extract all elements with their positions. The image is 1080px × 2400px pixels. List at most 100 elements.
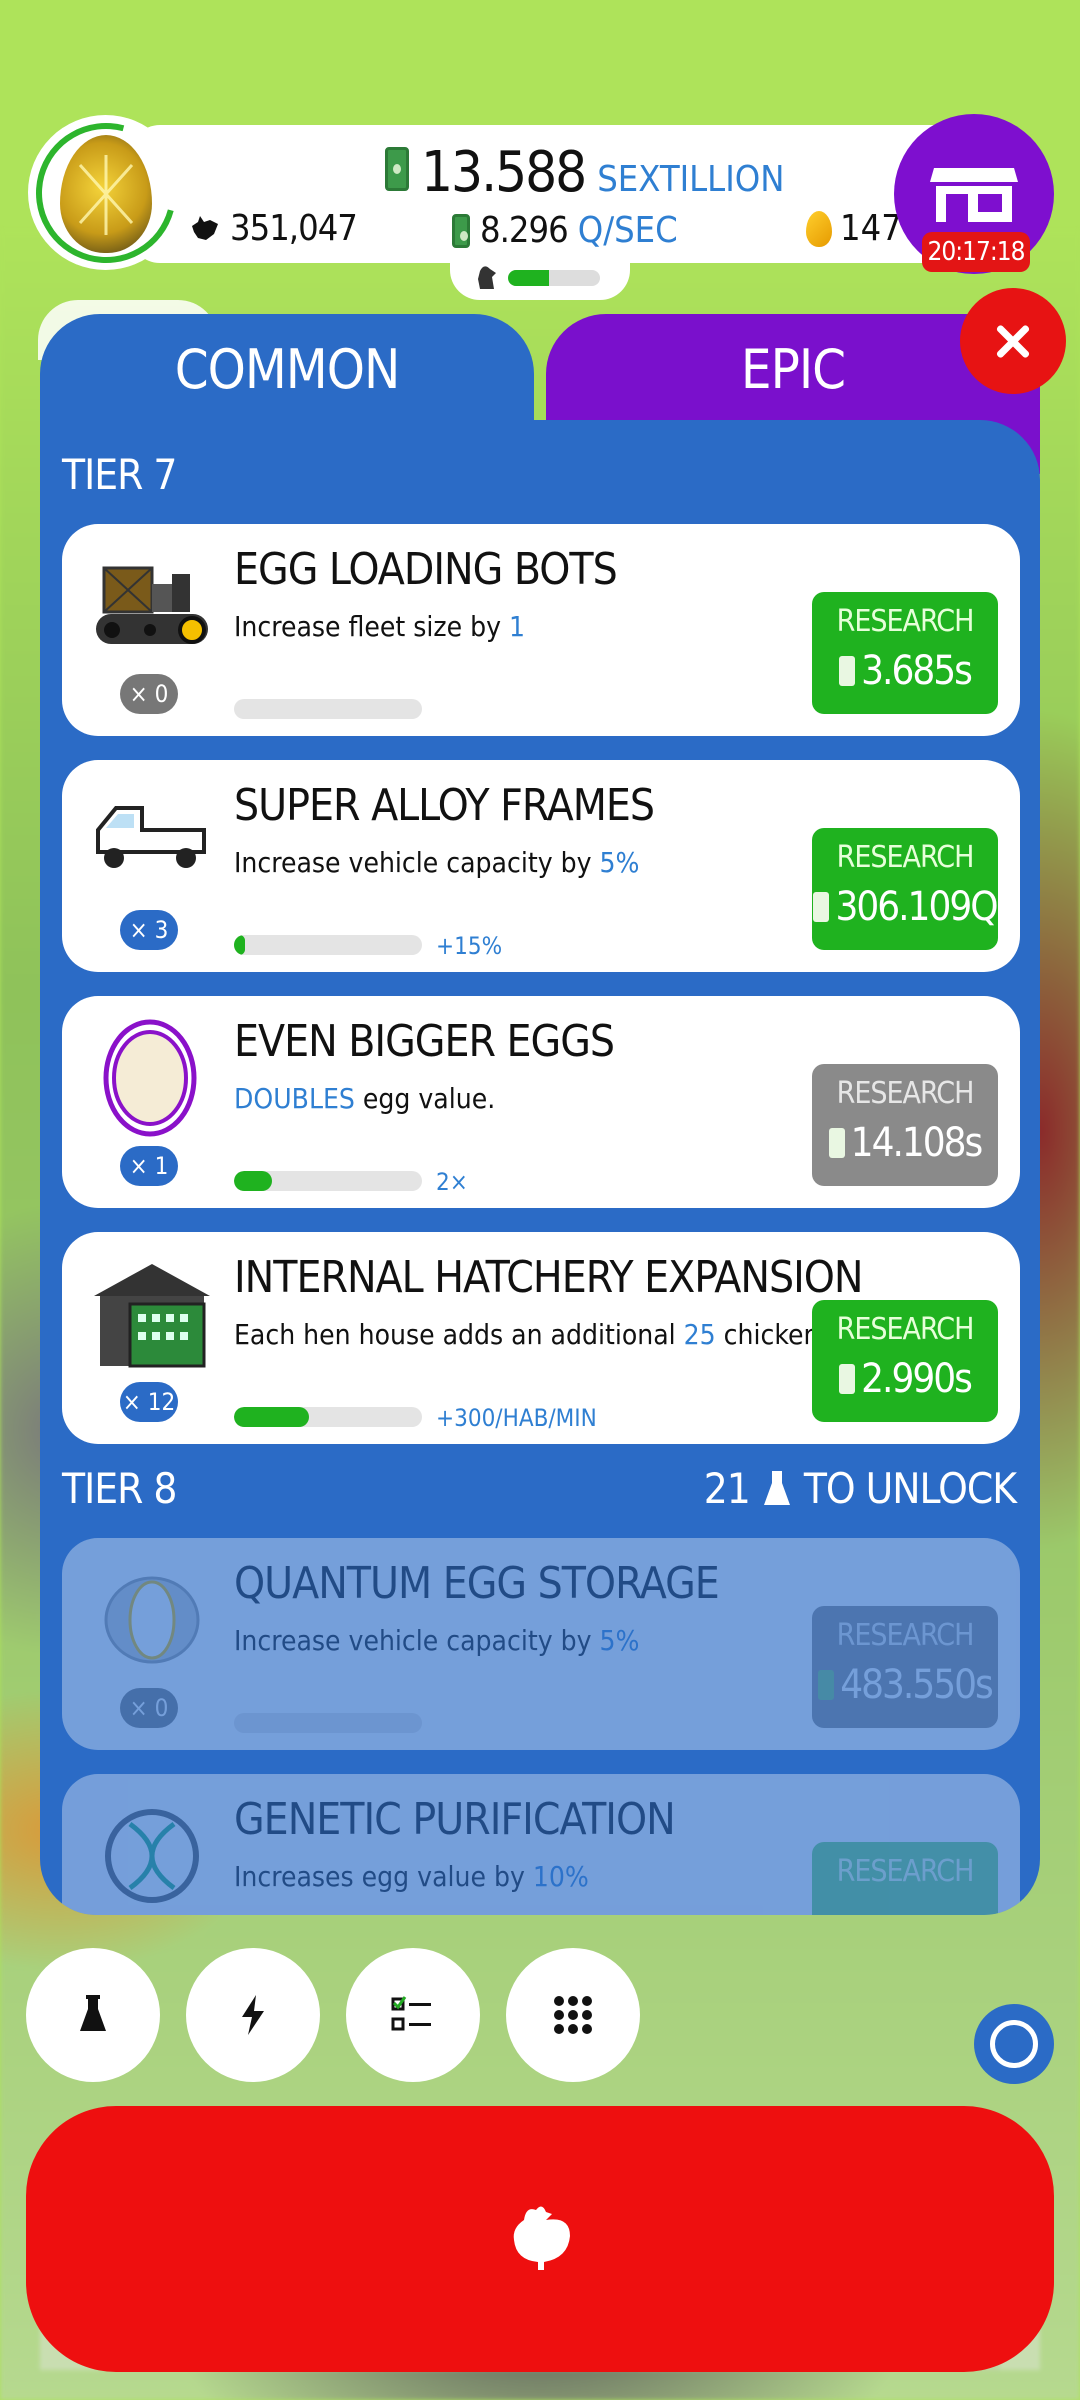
hatchery-progress-bar: [508, 270, 600, 286]
checklist-icon: [391, 1996, 431, 2031]
research-progress-bar: [234, 1171, 422, 1191]
chick-icon: [478, 266, 496, 289]
cash-icon: [839, 1364, 856, 1394]
research-button[interactable]: RESEARCH 3.685s: [812, 592, 998, 714]
lightning-icon: [242, 1995, 264, 2035]
research-title: GENETIC PURIFICATION: [234, 1794, 676, 1845]
unlock-text: TO UNLOCK: [803, 1464, 1017, 1513]
cash-icon: [385, 147, 409, 191]
research-cost: 306.109Q: [835, 884, 998, 930]
research-count-badge: × 0: [120, 674, 178, 714]
research-cost: 3.685s: [861, 648, 973, 694]
research-title: QUANTUM EGG STORAGE: [234, 1558, 720, 1609]
research-card: × 12 INTERNAL HATCHERY EXPANSION Each he…: [62, 1232, 1020, 1444]
research-progress-label: +15%: [436, 932, 503, 960]
close-button[interactable]: [960, 288, 1066, 394]
income-rate-unit: Q/SEC: [577, 210, 678, 251]
quantum-egg-icon: [90, 1558, 214, 1682]
grid-icon: [554, 1996, 592, 2034]
chicken-count: 351,047: [188, 208, 358, 249]
cash-icon: [818, 1670, 835, 1700]
research-panel[interactable]: TIER 7 × 0 EGG LOADING BOTS Increase fle…: [40, 420, 1040, 1915]
hatch-chicken-button[interactable]: [26, 2106, 1054, 2372]
research-description: Increases egg value by 10%: [234, 1860, 589, 1893]
research-title: INTERNAL HATCHERY EXPANSION: [234, 1252, 864, 1303]
research-count-badge: × 1: [120, 1146, 178, 1186]
research-button-label: RESEARCH: [836, 840, 975, 875]
missions-button[interactable]: [346, 1948, 480, 2082]
shop-timer: 20:17:18: [922, 232, 1030, 272]
income-rate: 8.296 Q/SEC: [452, 210, 678, 251]
more-menu-button[interactable]: [506, 1948, 640, 2082]
research-button-label: RESEARCH: [836, 1076, 975, 1111]
research-count-badge: × 0: [120, 1688, 178, 1728]
research-title: EGG LOADING BOTS: [234, 544, 618, 595]
research-progress-label: 2×: [436, 1168, 468, 1196]
research-button: RESEARCH: [812, 1842, 998, 1915]
research-progress-fill: [234, 1171, 272, 1191]
research-cost: 2.990s: [861, 1356, 973, 1402]
research-count-badge: × 3: [120, 910, 178, 950]
research-button-label: RESEARCH: [836, 1618, 975, 1653]
boosts-button[interactable]: [186, 1948, 320, 2082]
research-title: EVEN BIGGER EGGS: [234, 1016, 615, 1067]
cash-icon: [452, 213, 470, 248]
golden-eggs-value: 147: [840, 208, 902, 249]
money-value: 13.588: [421, 140, 587, 205]
cash-icon: [813, 892, 830, 922]
research-title: SUPER ALLOY FRAMES: [234, 780, 655, 831]
tier-7-heading: TIER 7: [62, 450, 177, 499]
research-button-label: RESEARCH: [836, 1854, 975, 1889]
research-card: × 1 EVEN BIGGER EGGS DOUBLES egg value. …: [62, 996, 1020, 1208]
egg-type-icon: [60, 135, 152, 253]
research-button: RESEARCH 483.550s: [812, 1606, 998, 1728]
hatchery-icon: [90, 1252, 214, 1376]
flask-icon: [763, 1470, 790, 1505]
research-button[interactable]: RESEARCH 2.990s: [812, 1300, 998, 1422]
cash-icon: [839, 656, 856, 686]
research-card: × 0 EGG LOADING BOTS Increase fleet size…: [62, 524, 1020, 736]
research-description: Increase vehicle capacity by 5%: [234, 1624, 640, 1657]
income-rate-value: 8.296: [480, 210, 569, 251]
tab-common-label: COMMON: [174, 338, 401, 401]
research-progress-bar: [234, 935, 422, 955]
flask-icon: [80, 1995, 106, 2031]
research-progress-fill: [234, 1407, 310, 1427]
research-description: Each hen house adds an additional 25 chi…: [234, 1318, 889, 1351]
chicken-count-value: 351,047: [230, 208, 358, 249]
research-progress-bar: [234, 1713, 422, 1733]
shop-icon: [930, 168, 1018, 222]
research-card: × 3 SUPER ALLOY FRAMES Increase vehicle …: [62, 760, 1020, 972]
research-button-label: RESEARCH: [836, 604, 975, 639]
research-button[interactable]: RESEARCH 14.108s: [812, 1064, 998, 1186]
camera-toggle-button[interactable]: [974, 2004, 1054, 2084]
money-unit: SEXTILLION: [597, 159, 785, 200]
research-description: Increase vehicle capacity by 5%: [234, 846, 640, 879]
research-count-badge: × 12: [120, 1382, 178, 1422]
chicken-icon: [513, 2206, 570, 2270]
dna-icon: [90, 1794, 214, 1915]
research-progress-bar: [234, 1407, 422, 1427]
truck-icon: [90, 780, 214, 904]
research-description: Increase fleet size by 1: [234, 610, 526, 643]
research-progress-bar: [234, 699, 422, 719]
research-card-locked: GENETIC PURIFICATION Increases egg value…: [62, 1774, 1020, 1915]
research-cost: 14.108s: [850, 1120, 984, 1166]
bulldozer-icon: [90, 544, 214, 668]
research-progress-label: +300/HAB/MIN: [436, 1404, 597, 1432]
big-egg-icon: [90, 1016, 214, 1140]
golden-egg-icon: [806, 210, 832, 247]
golden-eggs: 147: [806, 208, 902, 249]
research-button[interactable]: RESEARCH 306.109Q: [812, 828, 999, 950]
research-menu-button[interactable]: [26, 1948, 160, 2082]
research-cost: 483.550s: [840, 1662, 994, 1708]
money-display: 13.588 SEXTILLION: [385, 140, 785, 205]
hatchery-progress-fill: [508, 270, 550, 286]
research-button-label: RESEARCH: [836, 1312, 975, 1347]
research-progress-fill: [234, 935, 246, 955]
tier-8-unlock-requirement: 21 TO UNLOCK: [703, 1464, 1017, 1513]
unlock-count: 21: [703, 1464, 751, 1513]
research-card-locked: × 0 QUANTUM EGG STORAGE Increase vehicle…: [62, 1538, 1020, 1750]
research-description: DOUBLES egg value.: [234, 1082, 496, 1115]
tier-8-heading: TIER 8: [62, 1464, 177, 1513]
